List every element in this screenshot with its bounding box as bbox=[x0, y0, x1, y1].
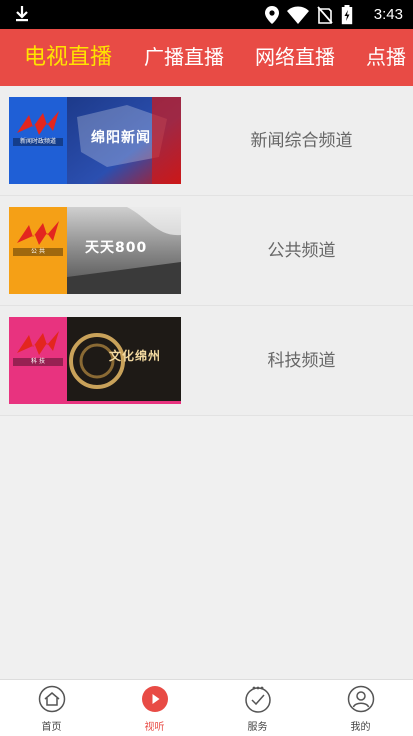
channel-list: 新闻时政频道 绵阳新闻 新闻综合频道 公 共 天天800 公共频道 科 技 文化… bbox=[0, 86, 413, 416]
thumbnail-title: 绵阳新闻 bbox=[91, 130, 151, 146]
thumbnail-title: 天天800 bbox=[85, 240, 148, 256]
tab-web-live[interactable]: 网络直播 bbox=[255, 29, 335, 86]
top-tab-bar: 电视直播 广播直播 网络直播 点播 bbox=[0, 29, 413, 86]
bottom-nav: 首页 视听 服务 我的 bbox=[0, 679, 413, 736]
location-icon bbox=[265, 6, 279, 24]
channel-logo-caption: 公 共 bbox=[13, 248, 63, 256]
nav-profile[interactable]: 我的 bbox=[309, 680, 412, 736]
tab-radio-live[interactable]: 广播直播 bbox=[144, 29, 224, 86]
channel-row-tech[interactable]: 科 技 文化绵州 科技频道 bbox=[0, 306, 413, 416]
nav-home-label: 首页 bbox=[41, 722, 62, 733]
no-sim-icon bbox=[317, 6, 333, 24]
user-icon bbox=[347, 685, 374, 713]
thumbnail-title: 文化绵州 bbox=[109, 349, 162, 363]
nav-home[interactable]: 首页 bbox=[0, 680, 103, 736]
nav-media-label: 视听 bbox=[144, 722, 165, 733]
service-icon bbox=[244, 686, 271, 713]
home-icon bbox=[38, 685, 65, 713]
nav-service-label: 服务 bbox=[247, 722, 268, 733]
nav-media[interactable]: 视听 bbox=[103, 680, 206, 736]
channel-row-public[interactable]: 公 共 天天800 公共频道 bbox=[0, 196, 413, 306]
channel-thumbnail: 公 共 天天800 bbox=[9, 207, 181, 294]
channel-thumbnail: 科 技 文化绵州 bbox=[9, 317, 181, 404]
status-bar: 3:43 bbox=[0, 0, 413, 29]
channel-thumbnail: 新闻时政频道 绵阳新闻 bbox=[9, 97, 181, 184]
channel-row-news[interactable]: 新闻时政频道 绵阳新闻 新闻综合频道 bbox=[0, 86, 413, 196]
channel-name: 科技频道 bbox=[267, 351, 336, 371]
nav-profile-label: 我的 bbox=[350, 722, 371, 733]
status-time: 3:43 bbox=[373, 6, 403, 23]
channel-logo-caption: 新闻时政频道 bbox=[13, 138, 63, 146]
tab-tv-live[interactable]: 电视直播 bbox=[24, 29, 112, 86]
battery-charging-icon bbox=[341, 5, 353, 25]
channel-logo-caption: 科 技 bbox=[13, 358, 63, 366]
download-icon bbox=[16, 6, 28, 22]
play-circle-icon bbox=[141, 686, 168, 712]
nav-service[interactable]: 服务 bbox=[206, 680, 309, 736]
wifi-icon bbox=[287, 6, 309, 24]
channel-name: 公共频道 bbox=[267, 241, 336, 261]
tab-vod[interactable]: 点播 bbox=[366, 29, 406, 86]
channel-name: 新闻综合频道 bbox=[250, 131, 353, 151]
